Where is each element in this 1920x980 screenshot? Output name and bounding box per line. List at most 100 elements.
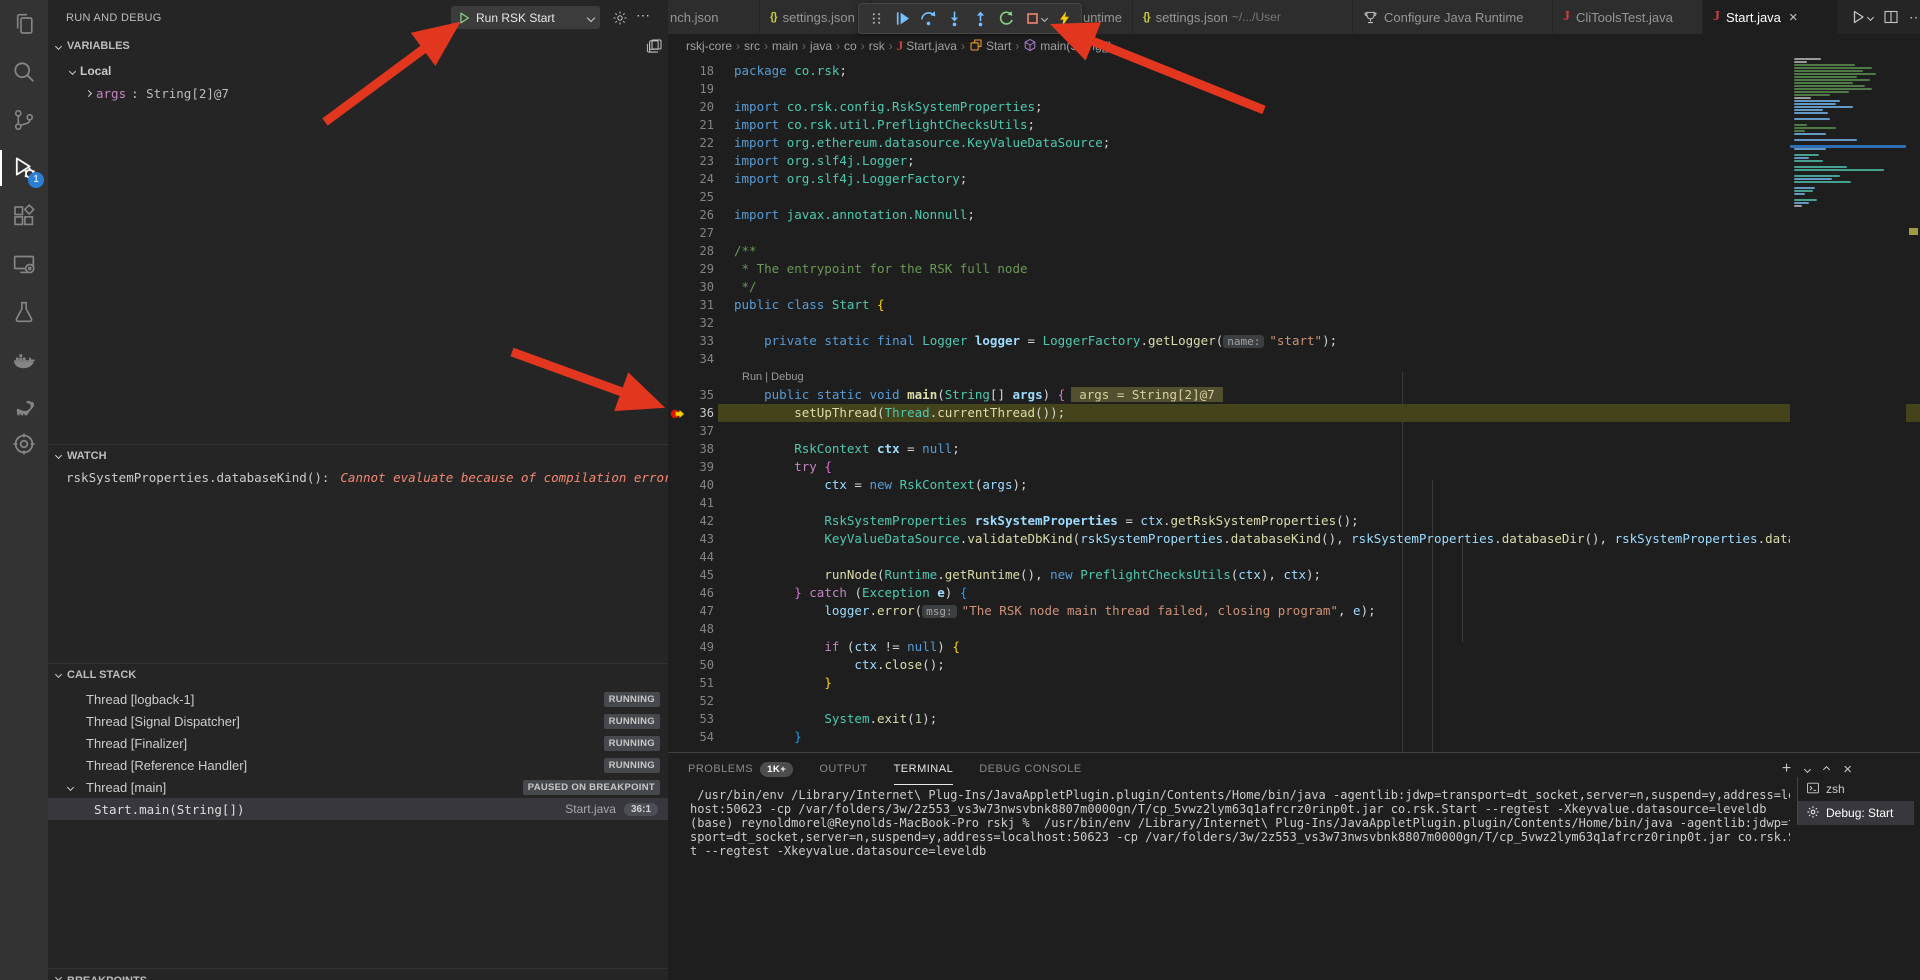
code-line-30[interactable]: 30 */ bbox=[668, 278, 1920, 296]
tab-clitoolstest-java[interactable]: JCliToolsTest.java bbox=[1553, 0, 1703, 34]
activity-testing-icon[interactable] bbox=[0, 288, 48, 336]
stop-dropdown-chevron-icon[interactable] bbox=[1039, 6, 1049, 32]
watch-section-header[interactable]: WATCH bbox=[48, 444, 668, 466]
step-out-button[interactable] bbox=[967, 6, 993, 32]
breakpoint-gutter[interactable] bbox=[668, 458, 686, 476]
breakpoint-gutter[interactable] bbox=[668, 134, 686, 152]
code-line-43[interactable]: 43 KeyValueDataSource.validateDbKind(rsk… bbox=[668, 530, 1920, 548]
code-line-51[interactable]: 51 } bbox=[668, 674, 1920, 692]
breakpoint-gutter[interactable] bbox=[668, 674, 686, 692]
step-into-button[interactable] bbox=[941, 6, 967, 32]
breadcrumb-main-string-[interactable]: main(String[]) bbox=[1023, 38, 1112, 55]
code-line-39[interactable]: 39 try { bbox=[668, 458, 1920, 476]
activity-gradle-icon[interactable] bbox=[0, 384, 48, 432]
more-actions-icon[interactable]: ⋯ bbox=[1909, 9, 1920, 26]
breakpoint-gutter[interactable] bbox=[668, 656, 686, 674]
step-over-button[interactable] bbox=[915, 6, 941, 32]
code-line-29[interactable]: 29 * The entrypoint for the RSK full nod… bbox=[668, 260, 1920, 278]
breakpoint-gutter[interactable] bbox=[668, 386, 686, 404]
breadcrumb-src[interactable]: src bbox=[744, 39, 760, 53]
breakpoint-gutter[interactable] bbox=[668, 692, 686, 710]
breakpoint-gutter[interactable] bbox=[668, 512, 686, 530]
thread-thread-main-[interactable]: Thread [main]PAUSED ON BREAKPOINT bbox=[48, 776, 668, 798]
breadcrumb-co[interactable]: co bbox=[844, 39, 857, 53]
code-line-23[interactable]: 23import org.slf4j.Logger; bbox=[668, 152, 1920, 170]
breakpoint-gutter[interactable] bbox=[668, 242, 686, 260]
thread-thread-finalizer-[interactable]: Thread [Finalizer]RUNNING bbox=[48, 732, 668, 754]
code-line-46[interactable]: 46 } catch (Exception e) { bbox=[668, 584, 1920, 602]
code-line-40[interactable]: 40 ctx = new RskContext(args); bbox=[668, 476, 1920, 494]
run-config-dropdown[interactable]: Run RSK Start bbox=[451, 6, 600, 29]
breakpoint-gutter[interactable] bbox=[668, 440, 686, 458]
code-line-45[interactable]: 45 runNode(Runtime.getRuntime(), new Pre… bbox=[668, 566, 1920, 584]
code-line-18[interactable]: 18package co.rsk; bbox=[668, 62, 1920, 80]
code-line-37[interactable]: 37 bbox=[668, 422, 1920, 440]
code-line-49[interactable]: 49 if (ctx != null) { bbox=[668, 638, 1920, 656]
breadcrumb-rskj-core[interactable]: rskj-core bbox=[686, 39, 732, 53]
code-line-21[interactable]: 21import co.rsk.util.PreflightChecksUtil… bbox=[668, 116, 1920, 134]
split-editor-icon[interactable] bbox=[1883, 9, 1899, 25]
variables-section-header[interactable]: VARIABLES bbox=[48, 35, 668, 57]
tab-settings-json[interactable]: {}settings.json~/.../User bbox=[1133, 0, 1353, 34]
breakpoint-gutter[interactable] bbox=[668, 188, 686, 206]
breakpoint-gutter[interactable] bbox=[668, 620, 686, 638]
breadcrumb-java[interactable]: java bbox=[810, 39, 832, 53]
thread-thread-reference-handler-[interactable]: Thread [Reference Handler]RUNNING bbox=[48, 754, 668, 776]
activity-manage-icon[interactable] bbox=[0, 432, 48, 458]
thread-thread-logback-1-[interactable]: Thread [logback-1]RUNNING bbox=[48, 688, 668, 710]
breakpoint-gutter[interactable] bbox=[668, 710, 686, 728]
activity-search-icon[interactable] bbox=[0, 48, 48, 96]
code-line-32[interactable]: 32 bbox=[668, 314, 1920, 332]
breadcrumb-start[interactable]: Start bbox=[969, 38, 1011, 55]
breakpoint-gutter[interactable] bbox=[668, 260, 686, 278]
activity-source-control-icon[interactable] bbox=[0, 96, 48, 144]
breadcrumb-rsk[interactable]: rsk bbox=[869, 39, 885, 53]
codelens-row[interactable]: Run | Debug bbox=[668, 368, 1920, 386]
panel-tab-output[interactable]: OUTPUT bbox=[819, 753, 867, 785]
terminal-dropdown-icon[interactable] bbox=[1805, 767, 1810, 772]
stack-frame-start-main[interactable]: Start.main(String[]) Start.java 36:1 bbox=[48, 798, 668, 820]
code-line-35[interactable]: 35 public static void main(String[] args… bbox=[668, 386, 1920, 404]
thread-thread-signal-dispatcher-[interactable]: Thread [Signal Dispatcher]RUNNING bbox=[48, 710, 668, 732]
breakpoint-gutter[interactable] bbox=[668, 206, 686, 224]
breakpoint-gutter[interactable] bbox=[668, 278, 686, 296]
code-editor[interactable]: 17 */18package co.rsk;1920import co.rsk.… bbox=[668, 58, 1920, 752]
code-line-31[interactable]: 31public class Start { bbox=[668, 296, 1920, 314]
code-line-34[interactable]: 34 bbox=[668, 350, 1920, 368]
breakpoint-paused-icon[interactable] bbox=[668, 404, 686, 422]
code-line-54[interactable]: 54 } bbox=[668, 728, 1920, 746]
continue-button[interactable] bbox=[889, 6, 915, 32]
code-line-20[interactable]: 20import co.rsk.config.RskSystemProperti… bbox=[668, 98, 1920, 116]
close-panel-icon[interactable]: × bbox=[1843, 761, 1852, 778]
code-line-48[interactable]: 48 bbox=[668, 620, 1920, 638]
code-line-25[interactable]: 25 bbox=[668, 188, 1920, 206]
hot-code-replace-button[interactable] bbox=[1051, 6, 1077, 32]
code-line-53[interactable]: 53 System.exit(1); bbox=[668, 710, 1920, 728]
panel-tab-terminal[interactable]: TERMINAL bbox=[894, 753, 954, 785]
code-line-44[interactable]: 44 bbox=[668, 548, 1920, 566]
breakpoint-gutter[interactable] bbox=[668, 530, 686, 548]
terminal-output[interactable]: /usr/bin/env /Library/Internet\ Plug-Ins… bbox=[690, 788, 1790, 858]
code-line-26[interactable]: 26import javax.annotation.Nonnull; bbox=[668, 206, 1920, 224]
breakpoint-gutter[interactable] bbox=[668, 80, 686, 98]
tab-nch-json[interactable]: nch.json bbox=[668, 0, 760, 34]
breakpoint-gutter[interactable] bbox=[668, 170, 686, 188]
breakpoint-gutter[interactable] bbox=[668, 728, 686, 746]
code-line-52[interactable]: 52 bbox=[668, 692, 1920, 710]
breakpoint-gutter[interactable] bbox=[668, 224, 686, 242]
breakpoint-gutter[interactable] bbox=[668, 314, 686, 332]
activity-run-and-debug-icon[interactable]: 1 bbox=[0, 144, 48, 192]
stacked-editors-icon[interactable] bbox=[647, 38, 663, 54]
terminal-list-zsh[interactable]: zsh bbox=[1798, 777, 1914, 801]
minimap[interactable] bbox=[1790, 58, 1906, 752]
code-line-42[interactable]: 42 RskSystemProperties rskSystemProperti… bbox=[668, 512, 1920, 530]
variable-args[interactable]: args: String[2]@7 bbox=[48, 82, 668, 104]
code-line-38[interactable]: 38 RskContext ctx = null; bbox=[668, 440, 1920, 458]
code-line-50[interactable]: 50 ctx.close(); bbox=[668, 656, 1920, 674]
close-icon[interactable]: × bbox=[1789, 9, 1798, 26]
tab-start-java[interactable]: JStart.java× bbox=[1703, 0, 1838, 34]
code-line-28[interactable]: 28/** bbox=[668, 242, 1920, 260]
breakpoint-gutter[interactable] bbox=[668, 494, 686, 512]
breakpoint-gutter[interactable] bbox=[668, 332, 686, 350]
run-file-button[interactable] bbox=[1850, 9, 1873, 25]
